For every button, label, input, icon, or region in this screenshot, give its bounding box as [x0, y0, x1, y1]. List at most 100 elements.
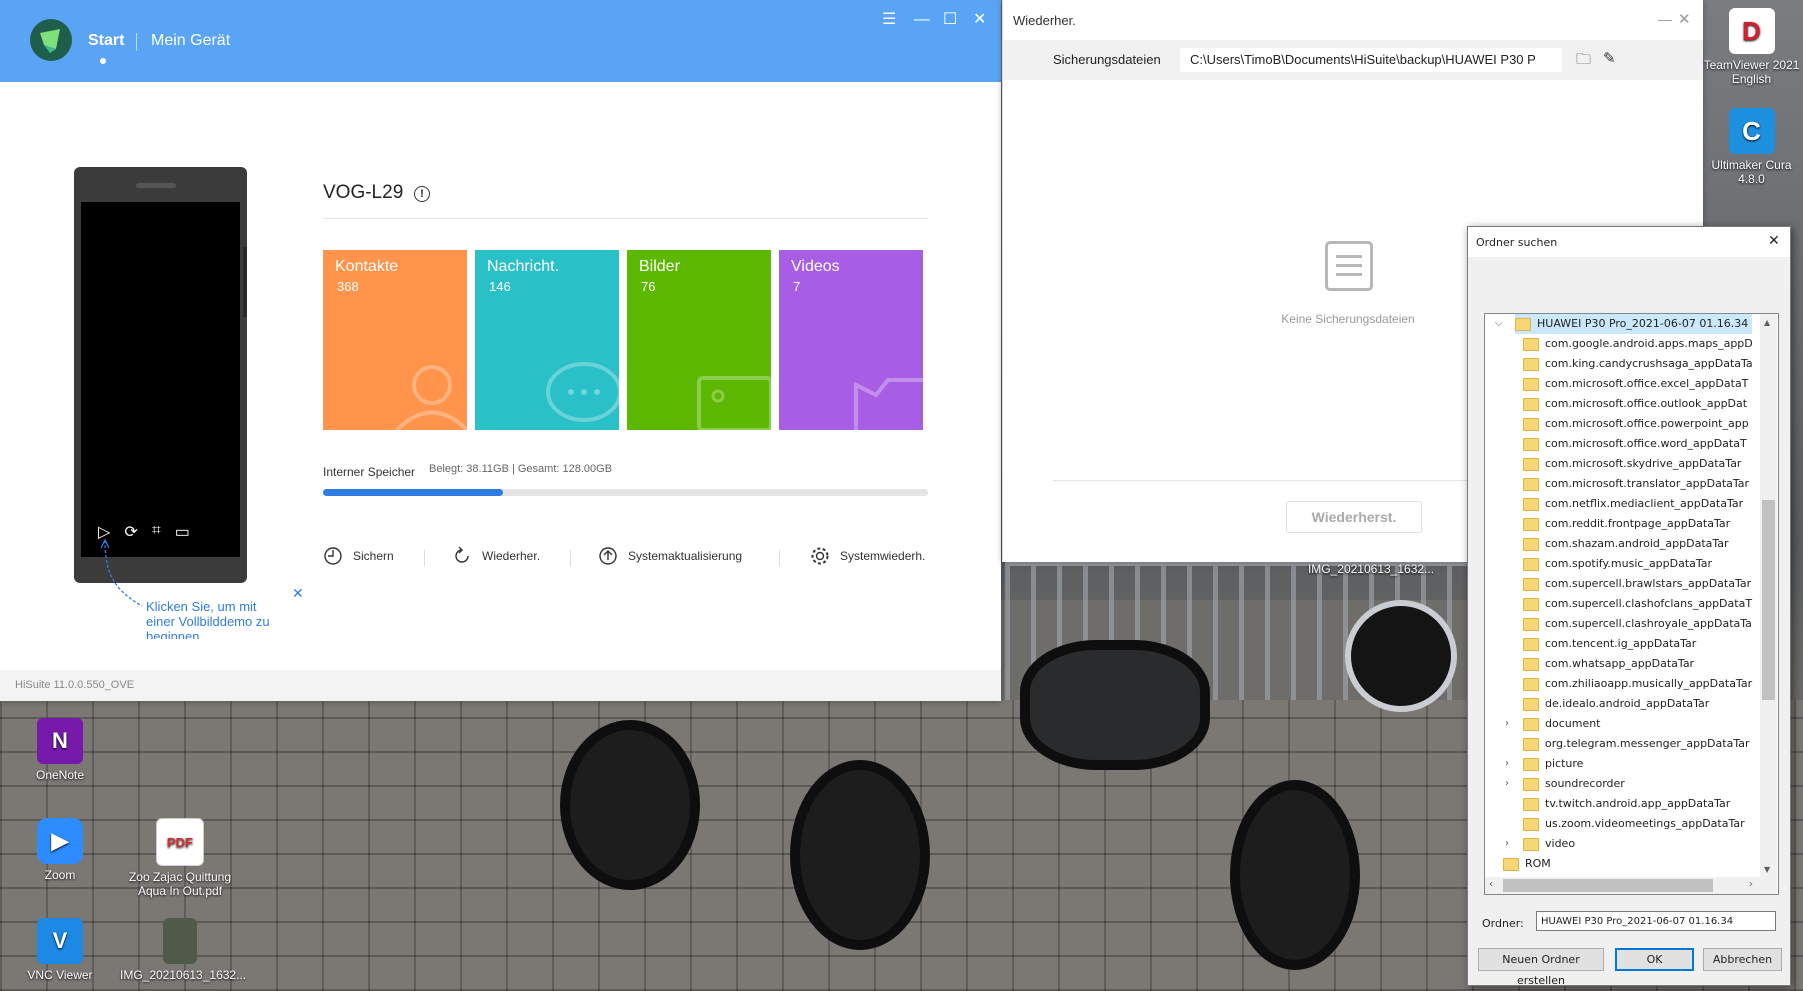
tree-row[interactable]: com.supercell.brawlstars_appDataTar	[1523, 574, 1751, 594]
tile-nachrichten[interactable]: Nachricht. 146	[475, 250, 619, 430]
tree-row[interactable]: us.zoom.videomeetings_appDataTar	[1523, 814, 1745, 834]
demo-hint-arrow	[100, 538, 143, 607]
horizontal-scrollbar[interactable]: ‹ ›	[1485, 877, 1777, 894]
tile-bilder[interactable]: Bilder 76	[627, 250, 771, 430]
tree-row-rom[interactable]: ROM	[1503, 854, 1551, 874]
minimize-icon[interactable]: —	[914, 12, 930, 28]
desktop-icon-label: IMG_20210613_1632...	[120, 968, 247, 982]
desktop-icon-image[interactable]: IMG_20210613_1632...	[120, 918, 246, 982]
open-folder-icon[interactable]: 🗀	[1576, 49, 1591, 74]
scroll-down-icon[interactable]: ▼	[1764, 865, 1770, 874]
folder-icon	[1523, 537, 1539, 551]
tree-root-row[interactable]: ⌵ HUAWEI P30 Pro_2021-06-07 01.16.34	[1485, 314, 1759, 334]
tab-mein-geraet[interactable]: Mein Gerät	[151, 32, 230, 50]
tile-kontakte[interactable]: Kontakte 368	[323, 250, 467, 430]
cancel-button[interactable]: Abbrechen	[1703, 948, 1782, 971]
desktop-icon-cura[interactable]: C Ultimaker Cura 4.8.0	[1700, 108, 1803, 186]
hisuite-header: Start Mein Gerät ☰ — ☐ ✕	[0, 0, 1001, 82]
tree-item-label: com.spotify.music_appDataTar	[1545, 557, 1713, 570]
tree-row[interactable]: › document	[1505, 714, 1601, 734]
folder-field[interactable]: HUAWEI P30 Pro_2021-06-07 01.16.34	[1536, 911, 1776, 931]
chevron-down-icon[interactable]: ⌵	[1495, 314, 1515, 334]
tree-row[interactable]: › video	[1505, 834, 1575, 854]
tree-row[interactable]: com.microsoft.office.powerpoint_app	[1523, 414, 1749, 434]
tree-row[interactable]: com.tencent.ig_appDataTar	[1523, 634, 1696, 654]
folder-icon	[1523, 637, 1539, 651]
tree-row[interactable]: › picture	[1505, 754, 1584, 774]
desktop-icon-label: Zoom	[44, 868, 76, 882]
close-hint-icon[interactable]: ✕	[292, 585, 304, 602]
tree-row[interactable]: com.zhiliaoapp.musically_appDataTar	[1523, 674, 1752, 694]
close-icon[interactable]: ✕	[1768, 233, 1780, 249]
folder-tree[interactable]: ⌵ HUAWEI P30 Pro_2021-06-07 01.16.34 com…	[1484, 313, 1779, 895]
action-systemaktualisierung[interactable]: Systemaktualisierung	[598, 546, 742, 566]
action-systemwiederherstellung[interactable]: Systemwiederh.	[810, 546, 925, 566]
tile-videos[interactable]: Videos 7	[779, 250, 923, 430]
restore-icon	[455, 546, 469, 563]
tree-item-label: com.tencent.ig_appDataTar	[1545, 637, 1697, 650]
tree-item-label: com.netflix.mediaclient_appDataTar	[1545, 497, 1744, 510]
tree-row[interactable]: com.supercell.clashofclans_appDataT	[1523, 594, 1752, 614]
scroll-right-icon[interactable]: ›	[1749, 879, 1753, 890]
restore-button[interactable]: Wiederherst.	[1286, 501, 1422, 533]
desktop-icon-zoom[interactable]: ▶ Zoom	[15, 818, 105, 882]
close-icon[interactable]: ✕	[973, 12, 986, 28]
scrollbar-thumb[interactable]	[1503, 879, 1713, 892]
action-label: Systemwiederh.	[840, 549, 926, 563]
scroll-left-icon[interactable]: ‹	[1489, 879, 1493, 890]
chevron-right-icon[interactable]: ›	[1505, 714, 1509, 734]
tree-row[interactable]: com.shazam.android_appDataTar	[1523, 534, 1729, 554]
menu-icon[interactable]: ☰	[882, 12, 896, 28]
backup-path-field[interactable]: C:\Users\TimoB\Documents\HiSuite\backup\…	[1180, 48, 1562, 72]
desktop-icon-label: Ultimaker Cura 4.8.0	[1711, 158, 1792, 186]
maximize-icon[interactable]: ☐	[943, 12, 957, 28]
desktop-icon-vnc-viewer[interactable]: V VNC Viewer	[15, 918, 105, 982]
tree-item-label: com.microsoft.office.outlook_appDat	[1545, 397, 1748, 410]
tree-item-label: com.microsoft.office.excel_appDataT	[1545, 377, 1749, 390]
tree-row[interactable]: com.reddit.frontpage_appDataTar	[1523, 514, 1730, 534]
tree-row[interactable]: com.whatsapp_appDataTar	[1523, 654, 1694, 674]
tree-row[interactable]: com.microsoft.office.excel_appDataT	[1523, 374, 1748, 394]
folder-field-label: Ordner:	[1482, 917, 1524, 930]
demo-hint-text[interactable]: Klicken Sie, um mit einer Vollbilddemo z…	[146, 599, 286, 639]
scroll-up-icon[interactable]: ▲	[1764, 318, 1770, 327]
tab-start[interactable]: Start	[88, 32, 124, 50]
chevron-right-icon[interactable]: ›	[1505, 774, 1509, 794]
edit-icon[interactable]: ✎	[1603, 49, 1616, 67]
tree-row[interactable]: com.microsoft.skydrive_appDataTar	[1523, 454, 1741, 474]
new-folder-button[interactable]: Neuen Ordner erstellen	[1478, 948, 1604, 987]
tree-row[interactable]: com.microsoft.translator_appDataTar	[1523, 474, 1749, 494]
tree-row[interactable]: org.telegram.messenger_appDataTar	[1523, 734, 1750, 754]
info-icon[interactable]: !	[414, 186, 430, 202]
crop-icon[interactable]: ⌗	[152, 522, 161, 544]
tree-row[interactable]: de.idealo.android_appDataTar	[1523, 694, 1709, 714]
desktop-icon-pdf[interactable]: PDF Zoo Zajac Quittung Aqua In Out.pdf	[125, 818, 235, 898]
tree-row[interactable]: com.king.candycrushsaga_appDataTa	[1523, 354, 1753, 374]
chevron-right-icon[interactable]: ›	[1505, 754, 1509, 774]
chevron-right-icon[interactable]: ›	[1505, 834, 1509, 854]
hisuite-logo-icon	[30, 19, 72, 61]
desktop-icon-onenote[interactable]: N OneNote	[15, 718, 105, 782]
tree-row[interactable]: com.netflix.mediaclient_appDataTar	[1523, 494, 1743, 514]
phone-preview	[74, 167, 247, 583]
tree-row[interactable]: com.spotify.music_appDataTar	[1523, 554, 1712, 574]
vertical-scrollbar[interactable]: ▲ ▼	[1760, 314, 1777, 877]
ok-button[interactable]: OK	[1615, 948, 1694, 971]
tree-row[interactable]: com.google.android.apps.maps_appD	[1523, 334, 1753, 354]
tree-row[interactable]: com.microsoft.office.outlook_appDat	[1523, 394, 1747, 414]
minimize-icon[interactable]: —	[1658, 11, 1672, 27]
tree-item-label: picture	[1545, 757, 1584, 770]
tree-row[interactable]: com.microsoft.office.word_appDataT	[1523, 434, 1747, 454]
tree-item-label: com.google.android.apps.maps_appD	[1545, 337, 1753, 350]
scrollbar-thumb[interactable]	[1762, 500, 1775, 700]
tree-row[interactable]: com.supercell.clashroyale_appDataTa	[1523, 614, 1752, 634]
action-wiederherstellen[interactable]: Wiederher.	[452, 546, 540, 566]
tree-row[interactable]: tv.twitch.android.app_appDataTar	[1523, 794, 1730, 814]
close-icon[interactable]: ✕	[1678, 10, 1691, 28]
folder-icon[interactable]: ▭	[175, 522, 190, 544]
status-bar: HiSuite 11.0.0.550_OVE	[0, 670, 1001, 701]
action-sichern[interactable]: Sichern	[323, 546, 394, 566]
tree-row[interactable]: › soundrecorder	[1505, 774, 1625, 794]
desktop-icon-teamviewer[interactable]: D TeamViewer 2021 English	[1700, 8, 1803, 86]
vnc-viewer-icon: V	[37, 918, 83, 964]
